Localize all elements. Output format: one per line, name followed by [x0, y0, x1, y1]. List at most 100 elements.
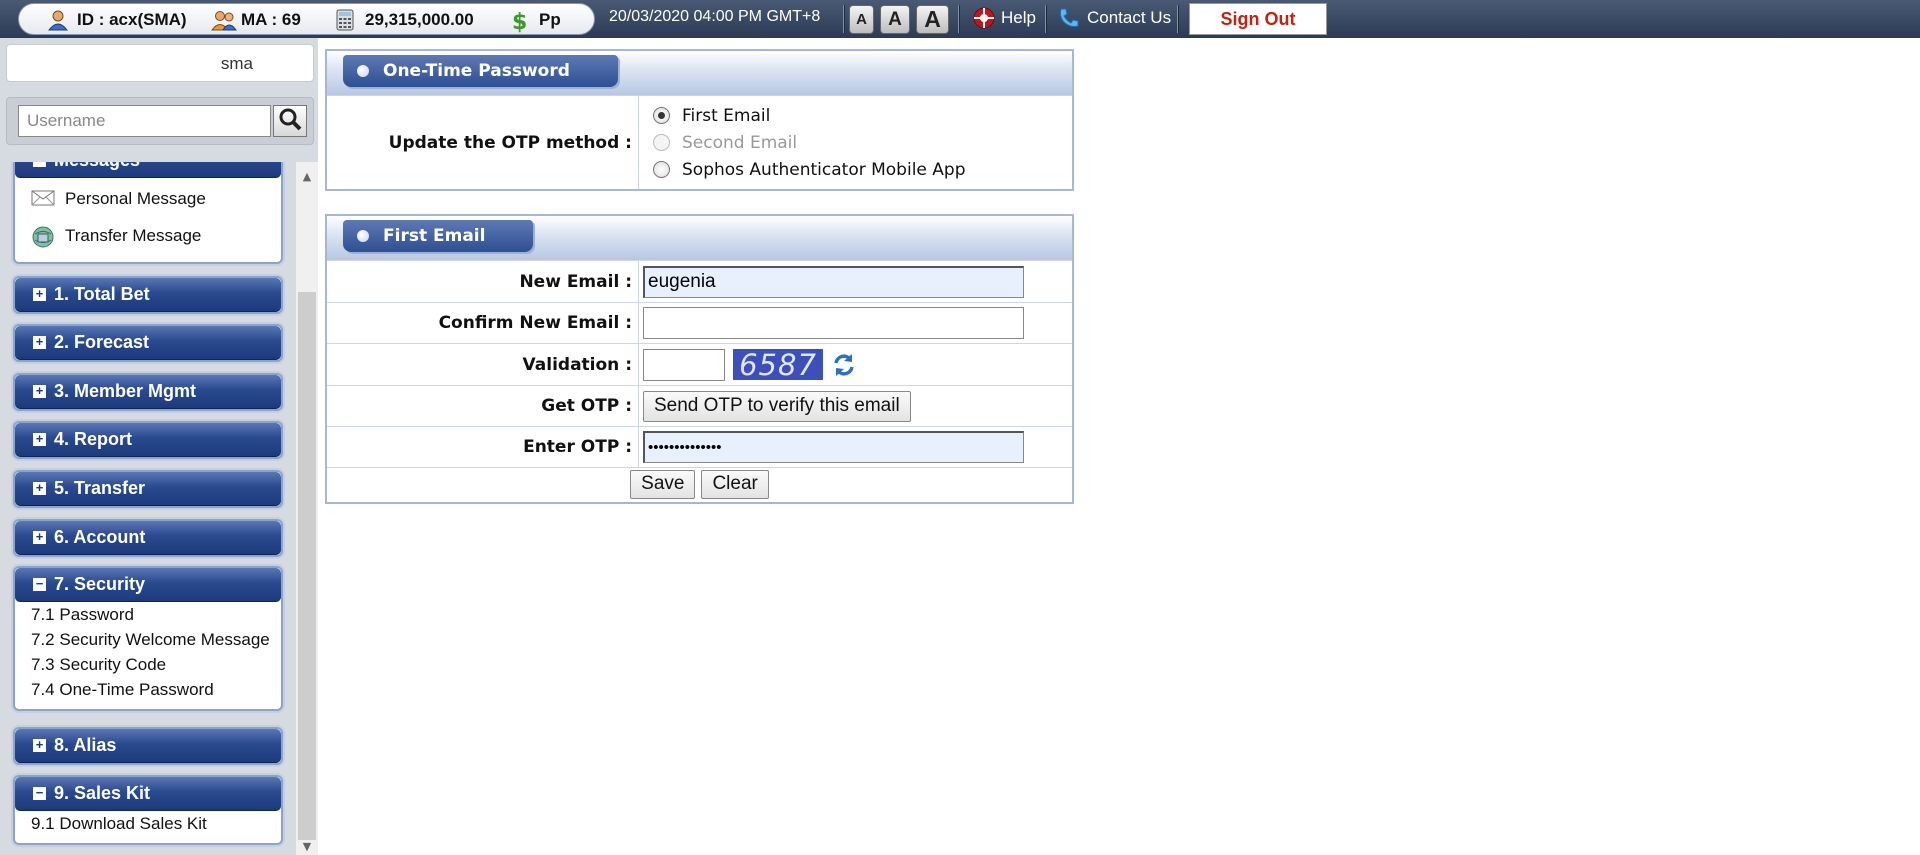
- menu-account[interactable]: +6. Account: [13, 519, 283, 557]
- scroll-up-arrow[interactable]: ▲: [296, 170, 318, 184]
- menu-item-personal-message[interactable]: Personal Message: [15, 178, 281, 219]
- menu-sales-kit: −9. Sales Kit 9.1 Download Sales Kit: [13, 775, 283, 845]
- calculator-icon: [335, 9, 357, 31]
- user-id-info: ID : acx(SMA): [47, 9, 187, 31]
- get-otp-label: Get OTP :: [327, 386, 639, 426]
- search-icon: [277, 106, 303, 137]
- menu-transfer[interactable]: +5. Transfer: [13, 470, 283, 508]
- envelope-icon: [31, 188, 55, 210]
- sidebar-item-security-code[interactable]: 7.3 Security Code: [15, 652, 281, 677]
- new-email-label: New Email :: [327, 261, 639, 302]
- sidebar-item-one-time-password[interactable]: 7.4 One-Time Password: [15, 677, 281, 702]
- user-icon: [47, 9, 69, 31]
- menu-member-mgmt[interactable]: +3. Member Mgmt: [13, 373, 283, 411]
- security-header[interactable]: −7. Security: [15, 568, 281, 602]
- font-size-large-button[interactable]: A: [916, 5, 949, 34]
- menu-alias[interactable]: +8. Alias: [13, 727, 283, 765]
- bullet-icon: [357, 65, 369, 77]
- menu-scroll-area[interactable]: − Messages Personal Message Transfer Mes…: [0, 162, 296, 855]
- otp-method-row: Update the OTP method : First Email Seco…: [327, 95, 1072, 189]
- clear-button[interactable]: Clear: [701, 469, 769, 499]
- otp-method-panel: One-Time Password Update the OTP method …: [325, 49, 1074, 191]
- account-info-pill: ID : acx(SMA) MA : 69 29,315,000.00 $ Pp: [18, 3, 595, 35]
- menu-security: −7. Security 7.1 Password 7.2 Security W…: [13, 566, 283, 711]
- dollar-icon: $: [509, 9, 531, 35]
- username-search-input[interactable]: [18, 105, 271, 137]
- top-bar: ID : acx(SMA) MA : 69 29,315,000.00 $ Pp…: [0, 0, 1920, 38]
- datetime: 20/03/2020 04:00 PM GMT+8: [609, 8, 821, 25]
- expand-icon: +: [33, 335, 46, 349]
- first-email-panel: First Email New Email : Confirm New Emai…: [325, 214, 1074, 504]
- sidebar: sma − Messages Personal Message: [0, 38, 318, 855]
- form-actions: Save Clear: [327, 467, 1072, 500]
- phone-icon: [1057, 6, 1081, 30]
- otp-panel-title: One-Time Password: [343, 55, 618, 87]
- bullet-icon: [357, 230, 369, 242]
- divider: [1045, 5, 1047, 33]
- divider: [958, 5, 960, 33]
- expand-icon: +: [33, 738, 46, 752]
- user-search-box: [6, 97, 314, 145]
- collapse-icon: −: [33, 577, 46, 591]
- collapse-icon: −: [33, 162, 46, 167]
- enter-otp-row: Enter OTP :: [327, 426, 1072, 467]
- sales-kit-header[interactable]: −9. Sales Kit: [15, 777, 281, 811]
- users-icon: [211, 9, 237, 31]
- currency-info: $ Pp: [509, 9, 561, 35]
- email-panel-title: First Email: [343, 220, 534, 252]
- menu-item-transfer-message[interactable]: Transfer Message: [15, 215, 281, 256]
- logged-in-user: sma: [6, 44, 314, 82]
- save-button[interactable]: Save: [630, 469, 696, 499]
- validation-row: Validation : 6587: [327, 343, 1072, 385]
- ma-info: MA : 69: [211, 9, 301, 31]
- otp-panel-header: One-Time Password: [327, 51, 1072, 95]
- menu-report[interactable]: +4. Report: [13, 421, 283, 459]
- contact-us-link[interactable]: Contact Us: [1057, 6, 1171, 30]
- refresh-icon[interactable]: [831, 352, 857, 378]
- confirm-email-row: Confirm New Email :: [327, 302, 1072, 343]
- validation-input[interactable]: [643, 348, 725, 381]
- messages-header[interactable]: − Messages: [15, 162, 281, 178]
- sidebar-scrollbar[interactable]: ▲ ▼: [296, 162, 318, 855]
- get-otp-row: Get OTP : Send OTP to verify this email: [327, 385, 1072, 426]
- first-email-radio[interactable]: [653, 107, 670, 124]
- search-button[interactable]: [273, 105, 307, 137]
- sidebar-item-download-sales-kit[interactable]: 9.1 Download Sales Kit: [15, 811, 281, 836]
- expand-icon: +: [33, 481, 46, 495]
- new-email-input[interactable]: [643, 265, 1024, 298]
- expand-icon: +: [33, 530, 46, 544]
- divider: [843, 5, 845, 33]
- balance-info: 29,315,000.00: [335, 9, 474, 31]
- menu-total-bet[interactable]: +1. Total Bet: [13, 276, 283, 314]
- sidebar-item-security-welcome-message[interactable]: 7.2 Security Welcome Message: [15, 627, 281, 652]
- send-otp-button[interactable]: Send OTP to verify this email: [643, 390, 911, 422]
- otp-method-label: Update the OTP method :: [327, 96, 639, 189]
- expand-icon: +: [33, 287, 46, 301]
- globe-transfer-icon: [31, 225, 55, 247]
- otp-option-authenticator-app[interactable]: Sophos Authenticator Mobile App: [643, 156, 966, 183]
- otp-option-second-email: Second Email: [643, 129, 797, 156]
- help-icon: [973, 7, 995, 29]
- confirm-email-label: Confirm New Email :: [327, 303, 639, 343]
- svg-text:$: $: [512, 10, 527, 33]
- messages-panel: − Messages Personal Message Transfer Mes…: [13, 162, 283, 264]
- expand-icon: +: [33, 432, 46, 446]
- font-size-medium-button[interactable]: A: [880, 5, 910, 34]
- sign-out-button[interactable]: Sign Out: [1189, 3, 1327, 35]
- expand-icon: +: [33, 384, 46, 398]
- otp-input[interactable]: [643, 431, 1024, 463]
- validation-label: Validation :: [327, 344, 639, 385]
- help-link[interactable]: Help: [973, 6, 1036, 30]
- email-panel-header: First Email: [327, 216, 1072, 260]
- sidebar-item-password[interactable]: 7.1 Password: [15, 602, 281, 627]
- scrollbar-thumb[interactable]: [298, 292, 316, 840]
- confirm-email-input[interactable]: [643, 307, 1024, 339]
- divider: [1177, 5, 1179, 33]
- otp-option-first-email[interactable]: First Email: [643, 102, 770, 129]
- scroll-down-arrow[interactable]: ▼: [296, 840, 318, 854]
- menu-forecast[interactable]: +2. Forecast: [13, 324, 283, 362]
- enter-otp-label: Enter OTP :: [327, 427, 639, 467]
- authenticator-app-radio[interactable]: [653, 161, 670, 178]
- collapse-icon: −: [33, 786, 46, 800]
- font-size-small-button[interactable]: A: [849, 5, 874, 34]
